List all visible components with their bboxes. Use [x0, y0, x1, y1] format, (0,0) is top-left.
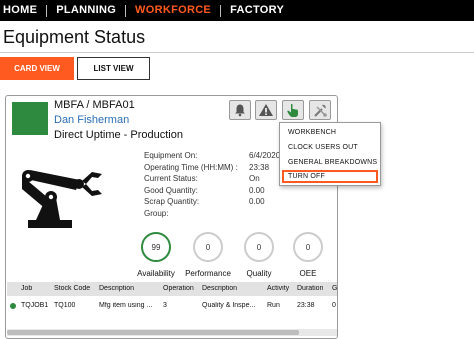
value-current-status: On: [249, 174, 260, 184]
cell-job: TQJOB1: [21, 302, 49, 309]
col-g[interactable]: G: [332, 285, 337, 292]
value-operating-time: 23:38: [249, 162, 270, 172]
label-equipment-on: Equipment On:: [144, 151, 198, 160]
hand-pointer-icon[interactable]: [282, 100, 304, 120]
card-view-button[interactable]: CARD VIEW: [0, 57, 74, 80]
cell-duration: 23:38: [297, 302, 315, 309]
label-current-status: Current Status:: [144, 174, 198, 184]
status-indicator: [12, 102, 48, 135]
cell-op-description: Quality & Inspe...: [202, 302, 256, 309]
availability-gauge: 99: [141, 232, 171, 262]
tools-icon[interactable]: [309, 100, 331, 120]
value-scrap-quantity: 0.00: [249, 197, 265, 207]
page-title: Equipment Status: [3, 27, 146, 47]
menu-item-clock-users-out[interactable]: CLOCK USERS OUT: [282, 141, 378, 154]
list-view-button[interactable]: LIST VIEW: [77, 57, 150, 80]
oee-label: OEE: [299, 269, 317, 278]
warning-icon[interactable]: [255, 100, 277, 120]
machine-state: Direct Uptime - Production: [54, 129, 183, 141]
robot-arm-icon: [22, 170, 102, 228]
info-labels: Equipment On: Operating Time (HH:MM) : C…: [144, 150, 238, 220]
actions-menu: WORKBENCH CLOCK USERS OUT GENERAL BREAKD…: [279, 122, 381, 186]
menu-item-workbench[interactable]: WORKBENCH: [282, 126, 378, 139]
info-values: 6/4/2020 23:38 On 0.00 0.00: [249, 150, 280, 208]
nav-workforce[interactable]: WORKFORCE: [126, 0, 220, 21]
label-scrap-quantity: Scrap Quantity:: [144, 197, 200, 207]
col-stock-code[interactable]: Stock Code: [54, 285, 90, 292]
job-table-header: Job Stock Code Description Operation Des…: [7, 282, 337, 296]
cell-operation: 3: [163, 302, 167, 309]
availability-label: Availability: [137, 269, 175, 278]
nav-factory[interactable]: FACTORY: [221, 0, 293, 21]
performance-gauge: 0: [193, 232, 223, 262]
row-status-dot: [10, 303, 16, 309]
scrollbar-thumb[interactable]: [7, 330, 299, 335]
col-job[interactable]: Job: [21, 285, 32, 292]
title-divider: [0, 52, 474, 53]
table-row[interactable]: TQJOB1 TQ100 Mfg item using ... 3 Qualit…: [7, 299, 337, 313]
menu-item-turn-off[interactable]: TURN OFF: [282, 170, 378, 183]
operator-link[interactable]: Dan Fisherman: [54, 114, 129, 126]
label-good-quantity: Good Quantity:: [144, 185, 198, 195]
col-op-description[interactable]: Description: [202, 285, 237, 292]
quality-gauge: 0: [244, 232, 274, 262]
cell-activity: Run: [267, 302, 280, 309]
cell-stock-code: TQ100: [54, 302, 76, 309]
col-activity[interactable]: Activity: [267, 285, 289, 292]
oee-gauge: 0: [293, 232, 323, 262]
col-duration[interactable]: Duration: [297, 285, 323, 292]
top-nav: HOME PLANNING WORKFORCE FACTORY: [0, 0, 474, 21]
cell-g: 0: [332, 302, 336, 309]
col-operation[interactable]: Operation: [163, 285, 194, 292]
value-equipment-on: 6/4/2020: [249, 151, 281, 160]
machine-name: MBFA / MBFA01: [54, 99, 135, 111]
menu-item-general-breakdowns[interactable]: GENERAL BREAKDOWNS: [282, 156, 378, 169]
horizontal-scrollbar[interactable]: [7, 329, 337, 336]
value-good-quantity: 0.00: [249, 185, 265, 195]
label-group: Group:: [144, 208, 169, 218]
nav-planning[interactable]: PLANNING: [47, 0, 125, 21]
cell-description: Mfg item using ...: [99, 302, 153, 309]
label-operating-time: Operating Time (HH:MM) :: [144, 162, 238, 172]
col-description[interactable]: Description: [99, 285, 134, 292]
bell-icon[interactable]: [229, 100, 251, 120]
nav-home[interactable]: HOME: [0, 0, 46, 21]
